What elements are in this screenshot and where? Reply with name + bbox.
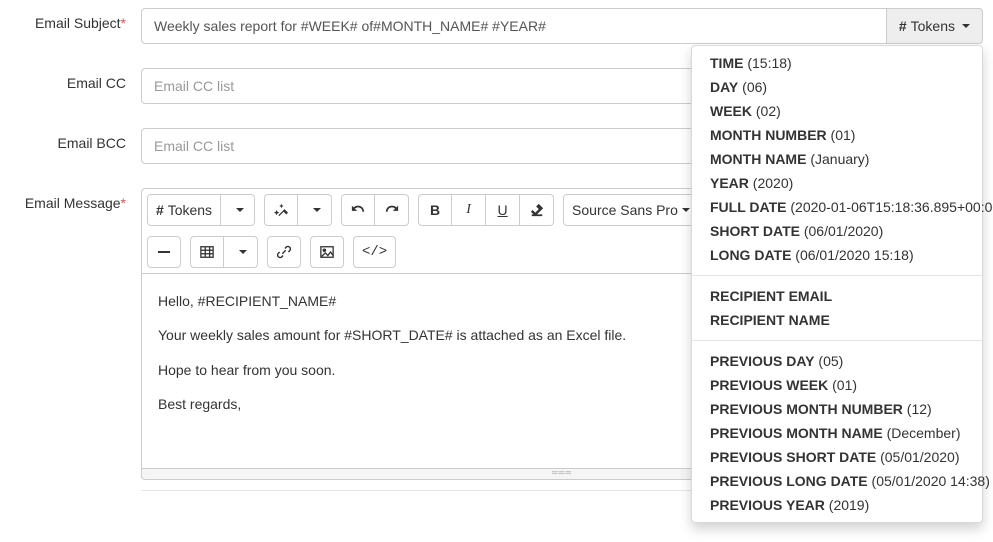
- token-item[interactable]: FULL DATE (2020-01-06T15:18:36.895+00:00…: [692, 195, 982, 219]
- hash-icon: #: [156, 202, 164, 218]
- token-item[interactable]: PREVIOUS SHORT DATE (05/01/2020): [692, 445, 982, 469]
- bold-button[interactable]: B: [418, 194, 452, 226]
- label-email-message: Email Message*: [10, 188, 141, 211]
- caret-down-icon: [682, 208, 690, 212]
- italic-button[interactable]: I: [452, 194, 486, 226]
- token-item[interactable]: MONTH NAME (January): [692, 147, 982, 171]
- label-email-cc: Email CC: [10, 68, 141, 91]
- token-item[interactable]: RECIPIENT EMAIL: [692, 284, 982, 308]
- token-item[interactable]: PREVIOUS MONTH NUMBER (12): [692, 397, 982, 421]
- token-item[interactable]: PREVIOUS MONTH NAME (December): [692, 421, 982, 445]
- token-item[interactable]: YEAR (2020): [692, 171, 982, 195]
- font-family-label: Source Sans Pro: [572, 202, 678, 218]
- editor-tokens-caret[interactable]: [221, 194, 255, 226]
- remove-button[interactable]: [147, 236, 181, 268]
- undo-icon: [351, 203, 365, 217]
- caret-down-icon: [239, 250, 247, 254]
- table-caret[interactable]: [224, 236, 258, 268]
- token-item[interactable]: LONG DATE (06/01/2020 15:18): [692, 243, 982, 267]
- label-email-subject: Email Subject*: [10, 8, 141, 31]
- minus-icon: [158, 251, 170, 253]
- undo-button[interactable]: [341, 194, 375, 226]
- eraser-button[interactable]: [520, 194, 554, 226]
- email-subject-input[interactable]: [141, 8, 887, 44]
- label-email-bcc: Email BCC: [10, 128, 141, 151]
- magic-button[interactable]: [264, 194, 298, 226]
- editor-tokens-label: Tokens: [168, 202, 212, 218]
- token-item[interactable]: SHORT DATE (06/01/2020): [692, 219, 982, 243]
- hash-icon: #: [899, 18, 907, 34]
- caret-down-icon: [236, 208, 244, 212]
- magic-icon: [274, 203, 288, 217]
- tokens-button-label: Tokens: [911, 18, 955, 34]
- tokens-dropdown-menu: TIME (15:18) DAY (06) WEEK (02) MONTH NU…: [691, 45, 983, 523]
- link-button[interactable]: [267, 236, 301, 268]
- image-icon: [320, 245, 334, 259]
- dropdown-divider: [692, 340, 982, 341]
- redo-icon: [385, 203, 399, 217]
- token-item[interactable]: PREVIOUS WEEK (01): [692, 373, 982, 397]
- table-icon: [200, 245, 214, 259]
- code-icon: </>: [362, 244, 387, 260]
- image-button[interactable]: [310, 236, 344, 268]
- magic-caret[interactable]: [298, 194, 332, 226]
- tokens-dropdown-button[interactable]: # Tokens: [887, 8, 983, 44]
- token-item[interactable]: PREVIOUS DAY (05): [692, 349, 982, 373]
- font-family-select[interactable]: Source Sans Pro: [563, 194, 699, 226]
- token-item[interactable]: MONTH NUMBER (01): [692, 123, 982, 147]
- token-item[interactable]: PREVIOUS YEAR (2019): [692, 493, 982, 517]
- eraser-icon: [530, 203, 544, 217]
- token-item[interactable]: TIME (15:18): [692, 51, 982, 75]
- caret-down-icon: [313, 208, 321, 212]
- token-item[interactable]: WEEK (02): [692, 99, 982, 123]
- table-button[interactable]: [190, 236, 224, 268]
- code-view-button[interactable]: </>: [353, 236, 396, 268]
- underline-button[interactable]: U: [486, 194, 520, 226]
- redo-button[interactable]: [375, 194, 409, 226]
- token-item[interactable]: DAY (06): [692, 75, 982, 99]
- editor-tokens-button[interactable]: # Tokens: [147, 194, 221, 226]
- link-icon: [277, 245, 291, 259]
- caret-down-icon: [962, 24, 970, 28]
- token-item[interactable]: PREVIOUS LONG DATE (05/01/2020 14:38): [692, 469, 982, 493]
- token-item[interactable]: RECIPIENT NAME: [692, 308, 982, 332]
- dropdown-divider: [692, 275, 982, 276]
